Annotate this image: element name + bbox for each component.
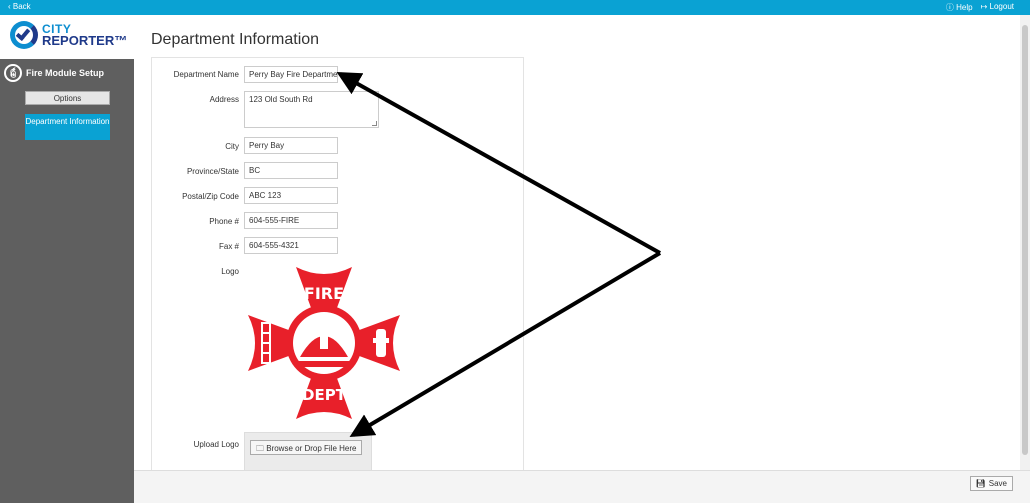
department-logo-image: FIRE DEPT	[244, 263, 404, 423]
vertical-scrollbar[interactable]	[1020, 15, 1030, 470]
back-link[interactable]: ‹ Back	[8, 2, 31, 11]
logout-icon: ↦	[980, 2, 988, 11]
postal-zip-label: Postal/Zip Code	[182, 192, 239, 201]
fax-input[interactable]: 604-555-4321	[244, 237, 338, 254]
sidebar: CITY REPORTER™ 🧯︎ Fire Module Setup Opti…	[0, 15, 134, 503]
upload-dropzone[interactable]: 🗀︎ Browse or Drop File Here	[244, 432, 372, 470]
sidebar-item-options[interactable]: Options	[25, 91, 110, 105]
postal-zip-input[interactable]: ABC 123	[244, 187, 338, 204]
page-title: Department Information	[151, 31, 320, 48]
province-state-input[interactable]: BC	[244, 162, 338, 179]
save-button[interactable]: 💾︎ Save	[969, 476, 1013, 491]
phone-label: Phone #	[209, 217, 239, 226]
department-name-input[interactable]: Perry Bay Fire Department	[244, 66, 338, 83]
browse-file-button[interactable]: 🗀︎ Browse or Drop File Here	[250, 440, 363, 455]
address-label: Address	[209, 95, 239, 104]
footer-bar: 💾︎ Save	[134, 470, 1030, 503]
department-name-label: Department Name	[173, 70, 239, 79]
address-value: 123 Old South Rd	[249, 95, 313, 104]
help-label: Help	[956, 3, 973, 12]
logout-link[interactable]: ↦ Logout	[981, 2, 1014, 13]
brand-line-2: REPORTER™	[42, 33, 128, 48]
scrollbar-thumb[interactable]	[1022, 25, 1028, 455]
logo-text-top: FIRE	[304, 284, 344, 303]
fire-extinguisher-icon: 🧯︎	[4, 64, 22, 82]
folder-icon: 🗀︎	[256, 444, 264, 453]
department-form: Department Name Perry Bay Fire Departmen…	[151, 57, 524, 470]
fax-label: Fax #	[218, 242, 239, 251]
top-bar-actions: ⓘ Help ↦ Logout	[946, 2, 1014, 13]
city-input[interactable]: Perry Bay	[244, 137, 338, 154]
upload-logo-label: Upload Logo	[193, 440, 239, 449]
maltese-cross-icon: FIRE DEPT	[248, 267, 400, 419]
module-title: 🧯︎ Fire Module Setup	[4, 64, 104, 82]
logo-label: Logo	[221, 267, 239, 276]
help-link[interactable]: ⓘ Help	[946, 2, 973, 13]
sidebar-item-department-information[interactable]: Department Information	[25, 114, 110, 140]
save-label: Save	[988, 479, 1007, 488]
phone-input[interactable]: 604-555-FIRE	[244, 212, 338, 229]
province-state-label: Province/State	[186, 167, 239, 176]
floppy-disk-icon: 💾︎	[975, 479, 986, 488]
top-bar: ‹ Back ⓘ Help ↦ Logout	[0, 0, 1030, 15]
logo-text-bottom: DEPT	[302, 386, 347, 404]
module-title-label: Fire Module Setup	[26, 68, 105, 78]
city-label: City	[225, 142, 239, 151]
logout-label: Logout	[989, 2, 1014, 11]
resize-handle-icon[interactable]	[372, 121, 377, 126]
brand-logo-icon	[10, 21, 38, 49]
browse-file-label: Browse or Drop File Here	[266, 444, 357, 453]
brand-logo: CITY REPORTER™	[0, 15, 134, 59]
address-input[interactable]: 123 Old South Rd	[244, 91, 379, 128]
help-icon: ⓘ	[945, 3, 954, 12]
main-content: Department Information Department Name P…	[134, 15, 1020, 470]
